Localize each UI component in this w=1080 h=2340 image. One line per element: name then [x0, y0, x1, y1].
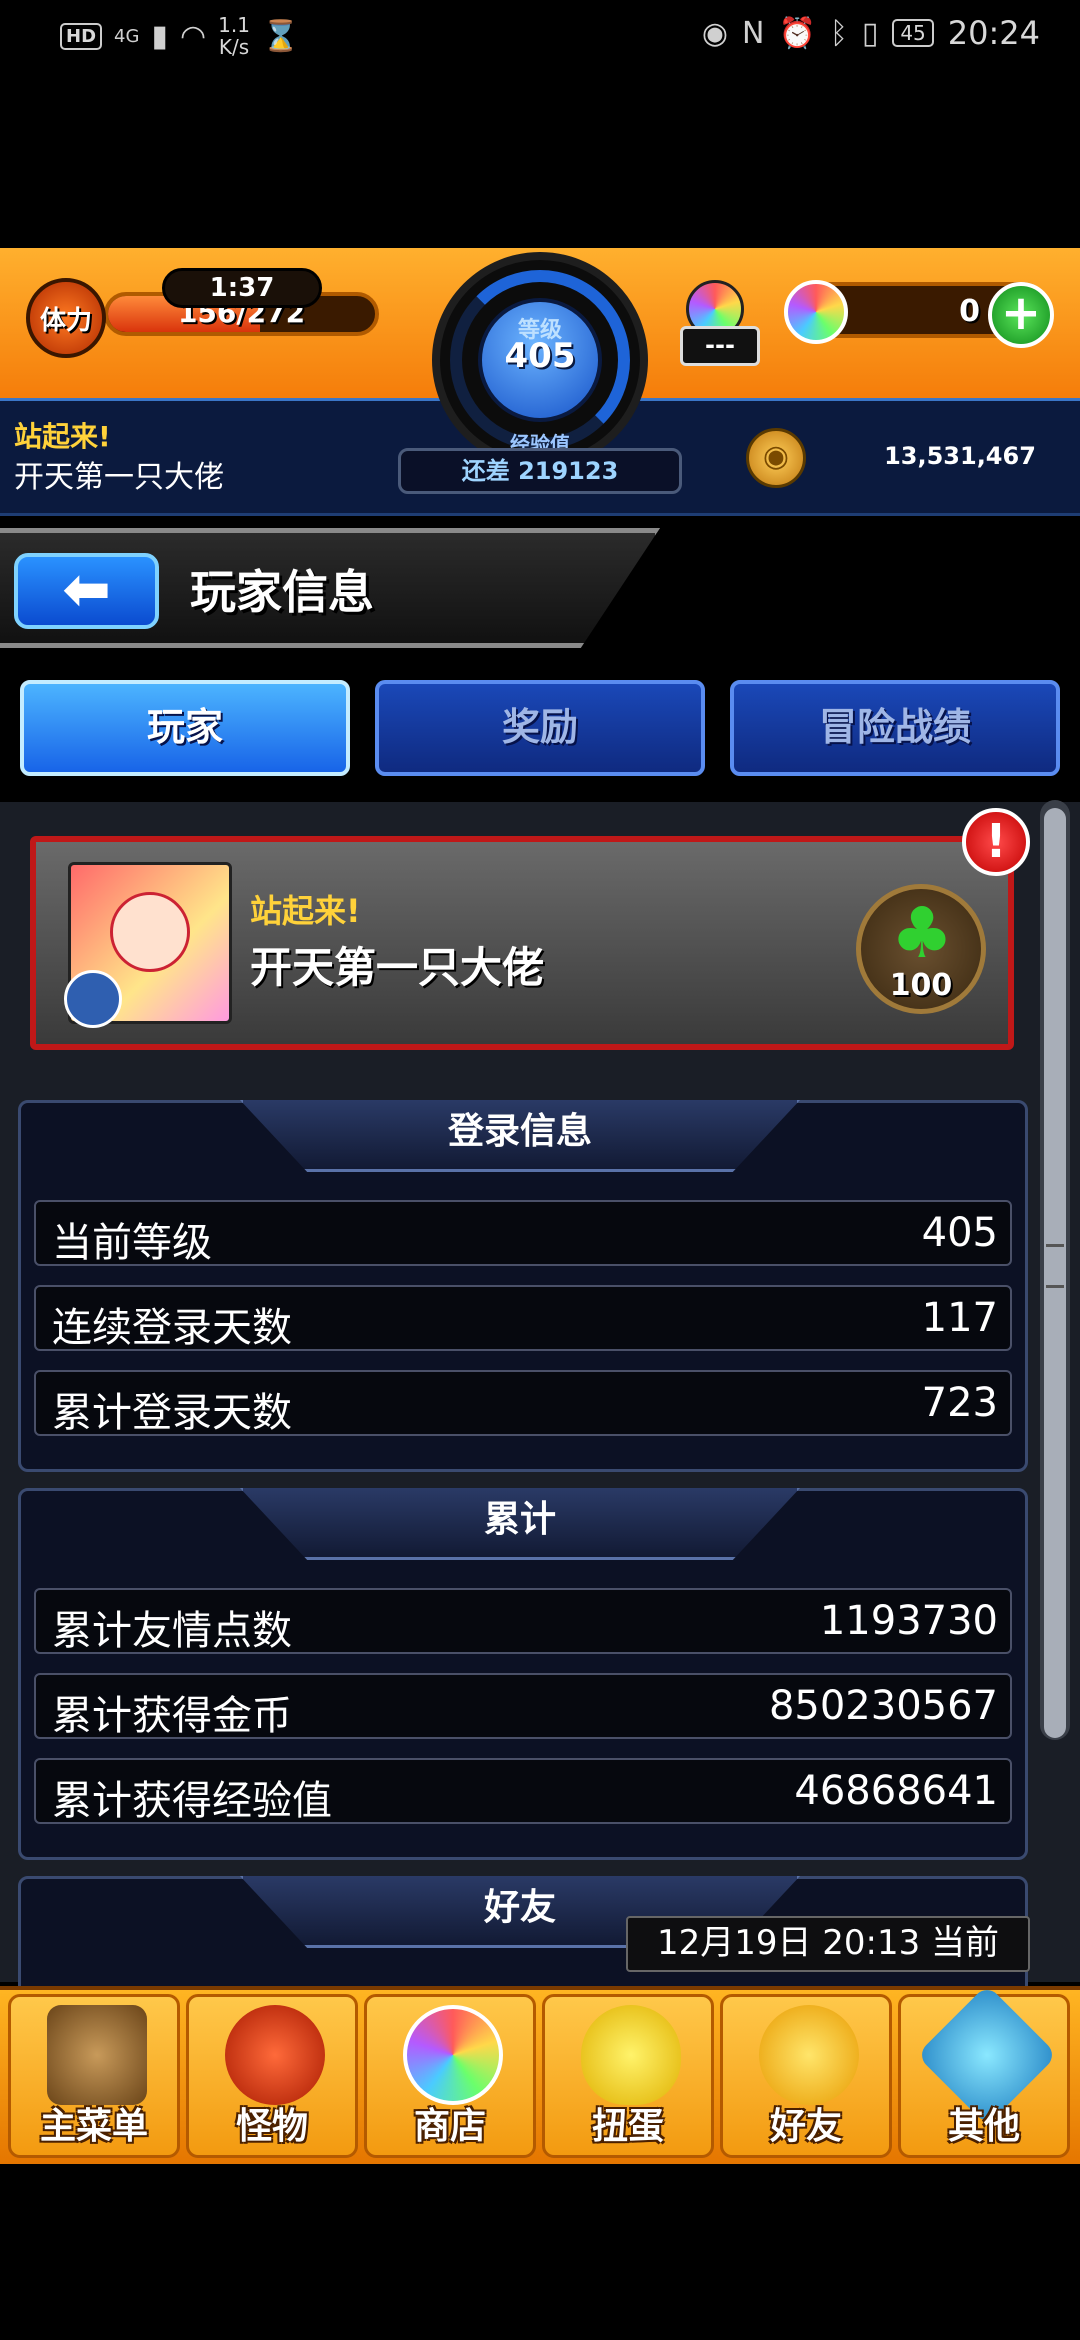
coin-icon: ◉ [746, 428, 806, 488]
nav-label: 主菜单 [39, 2106, 148, 2147]
gem-box: --- [680, 326, 760, 366]
avatar-face [110, 892, 190, 972]
stamina-badge[interactable]: 体力 [26, 278, 106, 358]
table-row: 累计获得经验值 46868641 [34, 1758, 1012, 1824]
eye-icon: ◉ [701, 15, 728, 51]
orb-icon [403, 2005, 503, 2105]
castle-icon [47, 2005, 147, 2105]
row-label: 累计获得金币 [52, 1693, 292, 1739]
stamina-timer: 1:37 [162, 268, 322, 308]
buy-orb-button[interactable]: + [988, 282, 1054, 348]
nav-label: 商店 [413, 2106, 486, 2147]
nav-label: 其他 [947, 2106, 1020, 2147]
player-title: 站起来! [14, 420, 111, 453]
card-player-name: 开天第一只大佬 [250, 943, 545, 992]
row-label: 累计友情点数 [52, 1608, 292, 1654]
player-name: 开天第一只大佬 [14, 460, 224, 495]
status-bar: HD 4G ▮ ◠ 1.1 K/s ⌛ ◉ N ⏰ ᛒ ▯ 45 20:24 [0, 0, 1080, 76]
nav-label: 好友 [769, 2106, 842, 2147]
tab-rewards[interactable]: 奖励 [375, 680, 705, 776]
nfc-icon: N [742, 15, 765, 51]
nav-friends[interactable]: 好友 [720, 1994, 892, 2158]
alarm-icon: ⏰ [778, 15, 816, 51]
network-speed: 1.1 K/s [218, 13, 250, 59]
row-value: 850230567 [768, 1683, 998, 1729]
orb-icon [784, 280, 848, 344]
page-title: 玩家信息 [190, 565, 374, 619]
hd-indicator: HD [60, 22, 103, 50]
row-value: 723 [921, 1380, 998, 1426]
clock: 20:24 [947, 14, 1040, 52]
nav-label: 怪物 [235, 2106, 308, 2147]
table-row: 连续登录天数 117 [34, 1285, 1012, 1351]
table-row: 累计登录天数 723 [34, 1370, 1012, 1436]
element-badge-icon [64, 970, 122, 1028]
section-heading: 登录信息 [240, 1100, 800, 1172]
card-player-title: 站起来! [250, 892, 361, 930]
row-value: 46868641 [794, 1768, 998, 1814]
wifi-icon: ◠ [179, 18, 207, 54]
friends-icon [759, 2005, 859, 2105]
nav-label: 扭蛋 [591, 2106, 664, 2147]
tab-adventure-record[interactable]: 冒险战绩 [730, 680, 1060, 776]
vibrate-icon: ▯ [861, 15, 879, 51]
clover-value: 100 [889, 968, 953, 1003]
alert-icon[interactable]: ! [962, 808, 1030, 876]
hourglass-icon: ⌛ [261, 18, 300, 54]
nav-other[interactable]: 其他 [898, 1984, 1070, 2158]
nav-shop[interactable]: 商店 [364, 1994, 536, 2158]
scroll-grip-icon [1046, 1244, 1064, 1288]
table-row: 当前等级 405 [34, 1200, 1012, 1266]
nav-monsters[interactable]: 怪物 [186, 1994, 358, 2158]
row-value: 117 [921, 1295, 998, 1341]
row-value: 1193730 [819, 1598, 998, 1644]
egg-icon [581, 2005, 681, 2105]
level-number: 405 [504, 336, 576, 376]
tab-player[interactable]: 玩家 [20, 680, 350, 776]
nav-gacha[interactable]: 扭蛋 [542, 1994, 714, 2158]
nav-main-menu[interactable]: 主菜单 [8, 1994, 180, 2158]
battery-indicator: 45 [892, 19, 934, 47]
exp-remaining: 还差 219123 [398, 448, 682, 494]
coin-count: 13,531,467 [884, 442, 1036, 470]
row-label: 当前等级 [52, 1220, 212, 1266]
back-button[interactable]: ⬅ [14, 553, 159, 629]
table-row: 累计获得金币 850230567 [34, 1673, 1012, 1739]
row-label: 累计登录天数 [52, 1390, 292, 1436]
row-label: 连续登录天数 [52, 1305, 292, 1351]
clover-icon: ♣ [890, 892, 954, 974]
network-type: 4G [114, 25, 140, 47]
orb-count: 0 [959, 294, 980, 329]
row-label: 累计获得经验值 [52, 1778, 332, 1824]
row-value: 405 [921, 1210, 998, 1256]
timestamp-tooltip: 12月19日 20:13 当前 [626, 1916, 1030, 1972]
signal-icon: ▮ [151, 18, 168, 54]
table-row: 累计友情点数 1193730 [34, 1588, 1012, 1654]
monster-icon [225, 2005, 325, 2105]
section-heading: 累计 [240, 1488, 800, 1560]
bluetooth-icon: ᛒ [829, 15, 848, 51]
